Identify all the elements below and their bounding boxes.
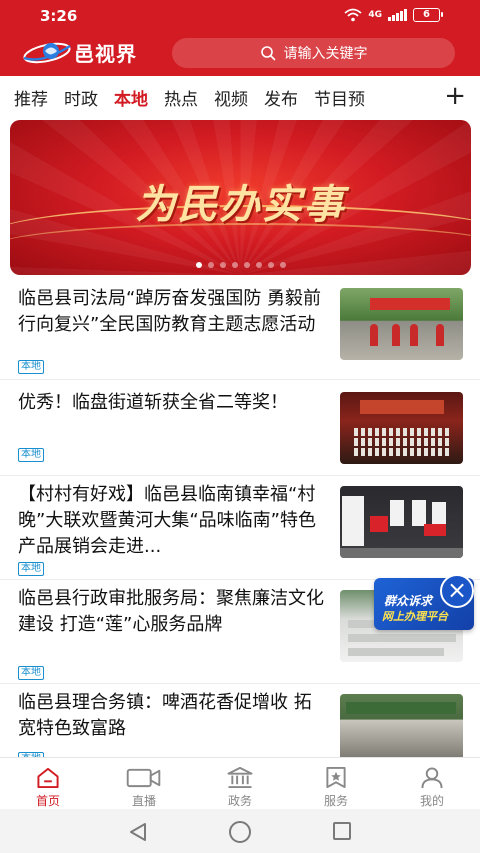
news-title: 【村村有好戏】临邑县临南镇幸福“村晚”大联欢暨黄河大集“品味临南”特色产品展销会… <box>18 484 316 557</box>
recent-apps-icon[interactable] <box>333 822 351 840</box>
nav-profile[interactable]: 我的 <box>384 758 480 809</box>
home-button-icon[interactable] <box>229 821 251 843</box>
bottom-nav: 首页 直播 政务 服务 我的 <box>0 757 480 809</box>
back-icon[interactable] <box>128 822 148 842</box>
status-bar: 3:26 4G 6 <box>0 0 480 32</box>
nav-profile-label: 我的 <box>419 794 444 808</box>
add-channel-icon[interactable]: + <box>444 82 466 110</box>
news-tag: 本地 <box>18 448 44 462</box>
tab-publish[interactable]: 发布 <box>264 85 298 110</box>
status-time: 3:26 <box>40 7 78 25</box>
news-thumbnail <box>340 288 463 360</box>
search-bar[interactable]: 请输入关键字 <box>172 38 455 68</box>
logo-icon <box>23 42 71 64</box>
app-name: 邑视界 <box>74 41 137 66</box>
app-logo[interactable]: 邑视界 <box>22 36 137 68</box>
float-ad-line1: 群众诉求 <box>384 594 433 608</box>
news-thumbnail <box>340 694 463 766</box>
tab-program-preview[interactable]: 节目预 <box>314 85 365 110</box>
video-camera-icon <box>126 768 161 788</box>
news-title: 优秀！临盘街道斩获全省二等奖！ <box>18 392 288 413</box>
tab-politics[interactable]: 时政 <box>64 85 98 110</box>
carousel-indicator <box>10 262 471 268</box>
news-thumbnail <box>340 486 463 558</box>
tab-local[interactable]: 本地 <box>114 85 148 110</box>
nav-service[interactable]: 服务 <box>288 758 384 809</box>
network-type: 4G <box>368 10 382 20</box>
list-item[interactable]: 优秀！临盘街道斩获全省二等奖！ 本地 <box>0 380 480 476</box>
user-icon <box>421 767 443 789</box>
news-tag: 本地 <box>18 562 44 576</box>
nav-home[interactable]: 首页 <box>0 758 96 809</box>
nav-live-label: 直播 <box>131 794 156 808</box>
nav-government-label: 政务 <box>227 794 252 808</box>
tab-video[interactable]: 视频 <box>214 85 248 110</box>
nav-service-label: 服务 <box>323 794 348 808</box>
category-tabs: 推荐 时政 本地 热点 视频 发布 节目预 + <box>0 76 480 118</box>
government-building-icon <box>227 766 253 789</box>
home-icon <box>37 767 59 789</box>
nav-home-label: 首页 <box>35 794 60 808</box>
status-icons: 4G 6 <box>344 8 443 22</box>
wifi-icon <box>344 8 362 22</box>
list-item[interactable]: 临邑县司法局“踔厉奋发强国防 勇毅前行向复兴”全民国防教育主题志愿活动 本地 <box>0 284 480 380</box>
tab-hot[interactable]: 热点 <box>164 85 198 110</box>
news-thumbnail <box>340 392 463 464</box>
search-icon <box>260 46 275 61</box>
news-title: 临邑县司法局“踔厉奋发强国防 勇毅前行向复兴”全民国防教育主题志愿活动 <box>18 288 322 335</box>
battery-icon: 6 <box>413 8 443 22</box>
list-item[interactable]: 临邑县理合务镇：啤酒花香促增收 拓宽特色致富路 本地 <box>0 684 480 766</box>
nav-government[interactable]: 政务 <box>192 758 288 809</box>
float-ad-line2: 网上办理平台 <box>382 610 448 623</box>
system-nav-bar <box>0 809 480 853</box>
search-placeholder: 请输入关键字 <box>283 46 368 62</box>
banner-title: 为民办实事 <box>135 181 346 228</box>
signal-icon <box>388 9 407 21</box>
nav-live[interactable]: 直播 <box>96 758 192 809</box>
tab-recommend[interactable]: 推荐 <box>14 85 48 110</box>
app-header: 3:26 4G 6 邑视界 请输入关键字 <box>0 0 480 76</box>
news-tag: 本地 <box>18 360 44 374</box>
close-icon[interactable]: × <box>440 574 474 608</box>
banner-carousel[interactable]: 为民办实事 <box>10 120 471 275</box>
news-title: 临邑县行政审批服务局：聚焦廉洁文化建设 打造“莲”心服务品牌 <box>18 588 324 635</box>
news-title: 临邑县理合务镇：啤酒花香促增收 拓宽特色致富路 <box>18 692 312 739</box>
news-tag: 本地 <box>18 666 44 680</box>
star-badge-icon <box>326 766 346 789</box>
list-item[interactable]: 【村村有好戏】临邑县临南镇幸福“村晚”大联欢暨黄河大集“品味临南”特色产品展销会… <box>0 476 480 580</box>
